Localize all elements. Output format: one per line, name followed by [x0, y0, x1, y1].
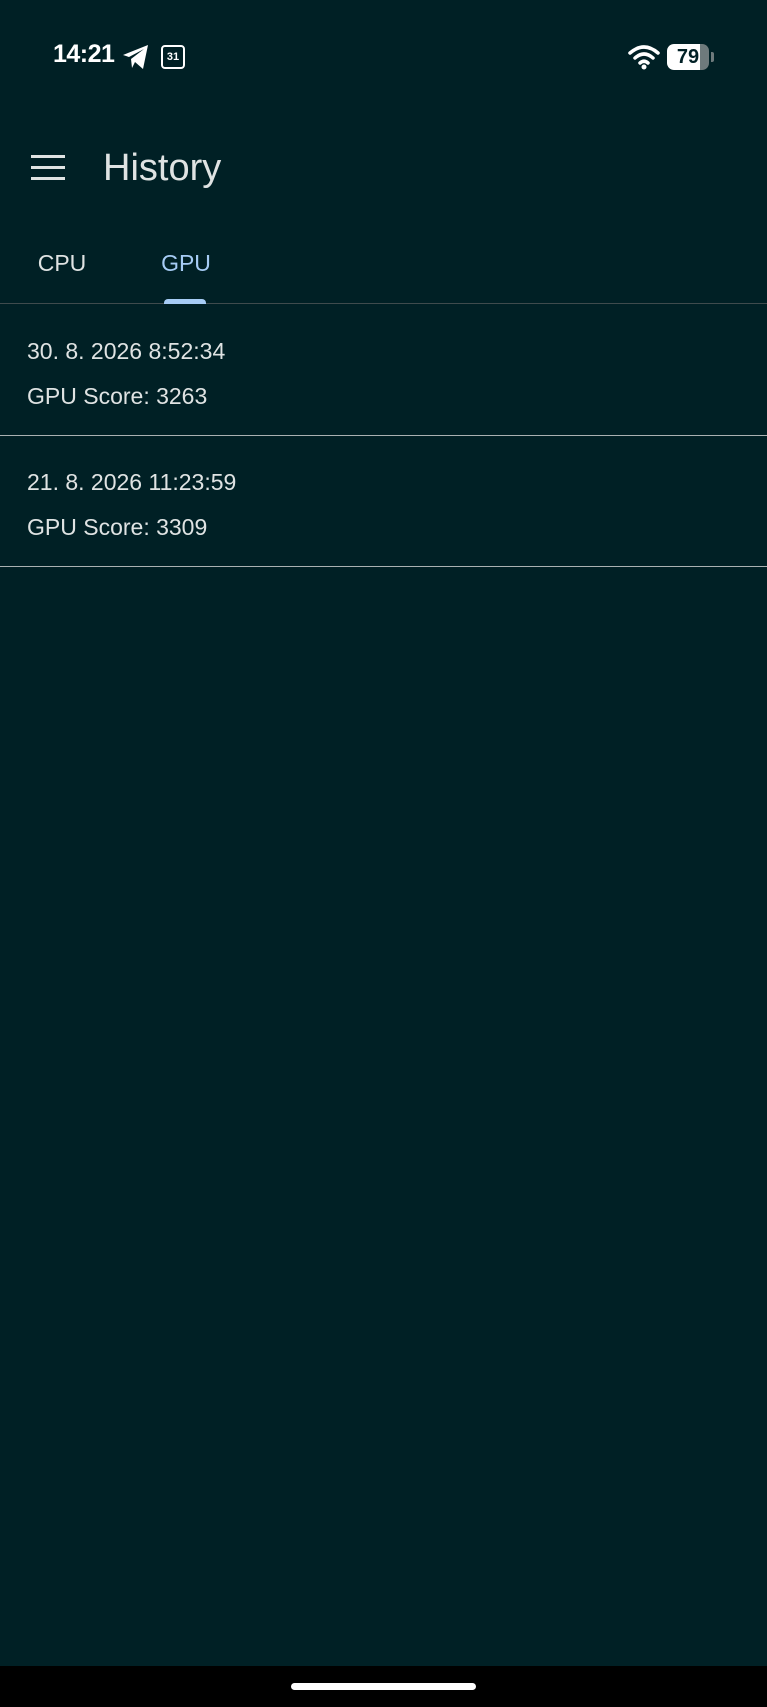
history-list: 30. 8. 2026 8:52:34 GPU Score: 3263 21. … — [0, 305, 767, 567]
home-gesture-handle[interactable] — [291, 1683, 476, 1690]
screen: 14:21 31 79 History CPU GPU 30. 8. 2026 … — [0, 0, 767, 1707]
history-score: GPU Score: 3263 — [27, 383, 208, 409]
hamburger-menu-icon — [31, 155, 65, 180]
telegram-icon — [122, 44, 150, 70]
tab-cpu[interactable]: CPU — [24, 222, 100, 304]
menu-button[interactable] — [20, 140, 76, 196]
tab-bar: CPU GPU — [0, 222, 767, 304]
navigation-bar — [0, 1666, 767, 1707]
battery-tip — [711, 52, 714, 62]
list-item[interactable]: 30. 8. 2026 8:52:34 GPU Score: 3263 — [0, 305, 767, 436]
list-item[interactable]: 21. 8. 2026 11:23:59 GPU Score: 3309 — [0, 436, 767, 567]
wifi-icon — [628, 44, 660, 70]
status-bar: 14:21 31 79 — [0, 0, 767, 110]
tab-gpu[interactable]: GPU — [148, 222, 224, 304]
history-date: 30. 8. 2026 8:52:34 — [27, 338, 226, 364]
battery-indicator: 79 — [667, 44, 714, 70]
battery-icon: 79 — [667, 44, 709, 70]
top-app-bar: History — [0, 120, 767, 220]
calendar-icon: 31 — [161, 45, 185, 69]
history-score: GPU Score: 3309 — [27, 514, 208, 540]
battery-level: 79 — [676, 46, 700, 68]
history-date: 21. 8. 2026 11:23:59 — [27, 469, 237, 495]
tab-selected-indicator — [164, 299, 206, 304]
status-time: 14:21 — [53, 40, 115, 68]
page-title: History — [103, 147, 222, 189]
